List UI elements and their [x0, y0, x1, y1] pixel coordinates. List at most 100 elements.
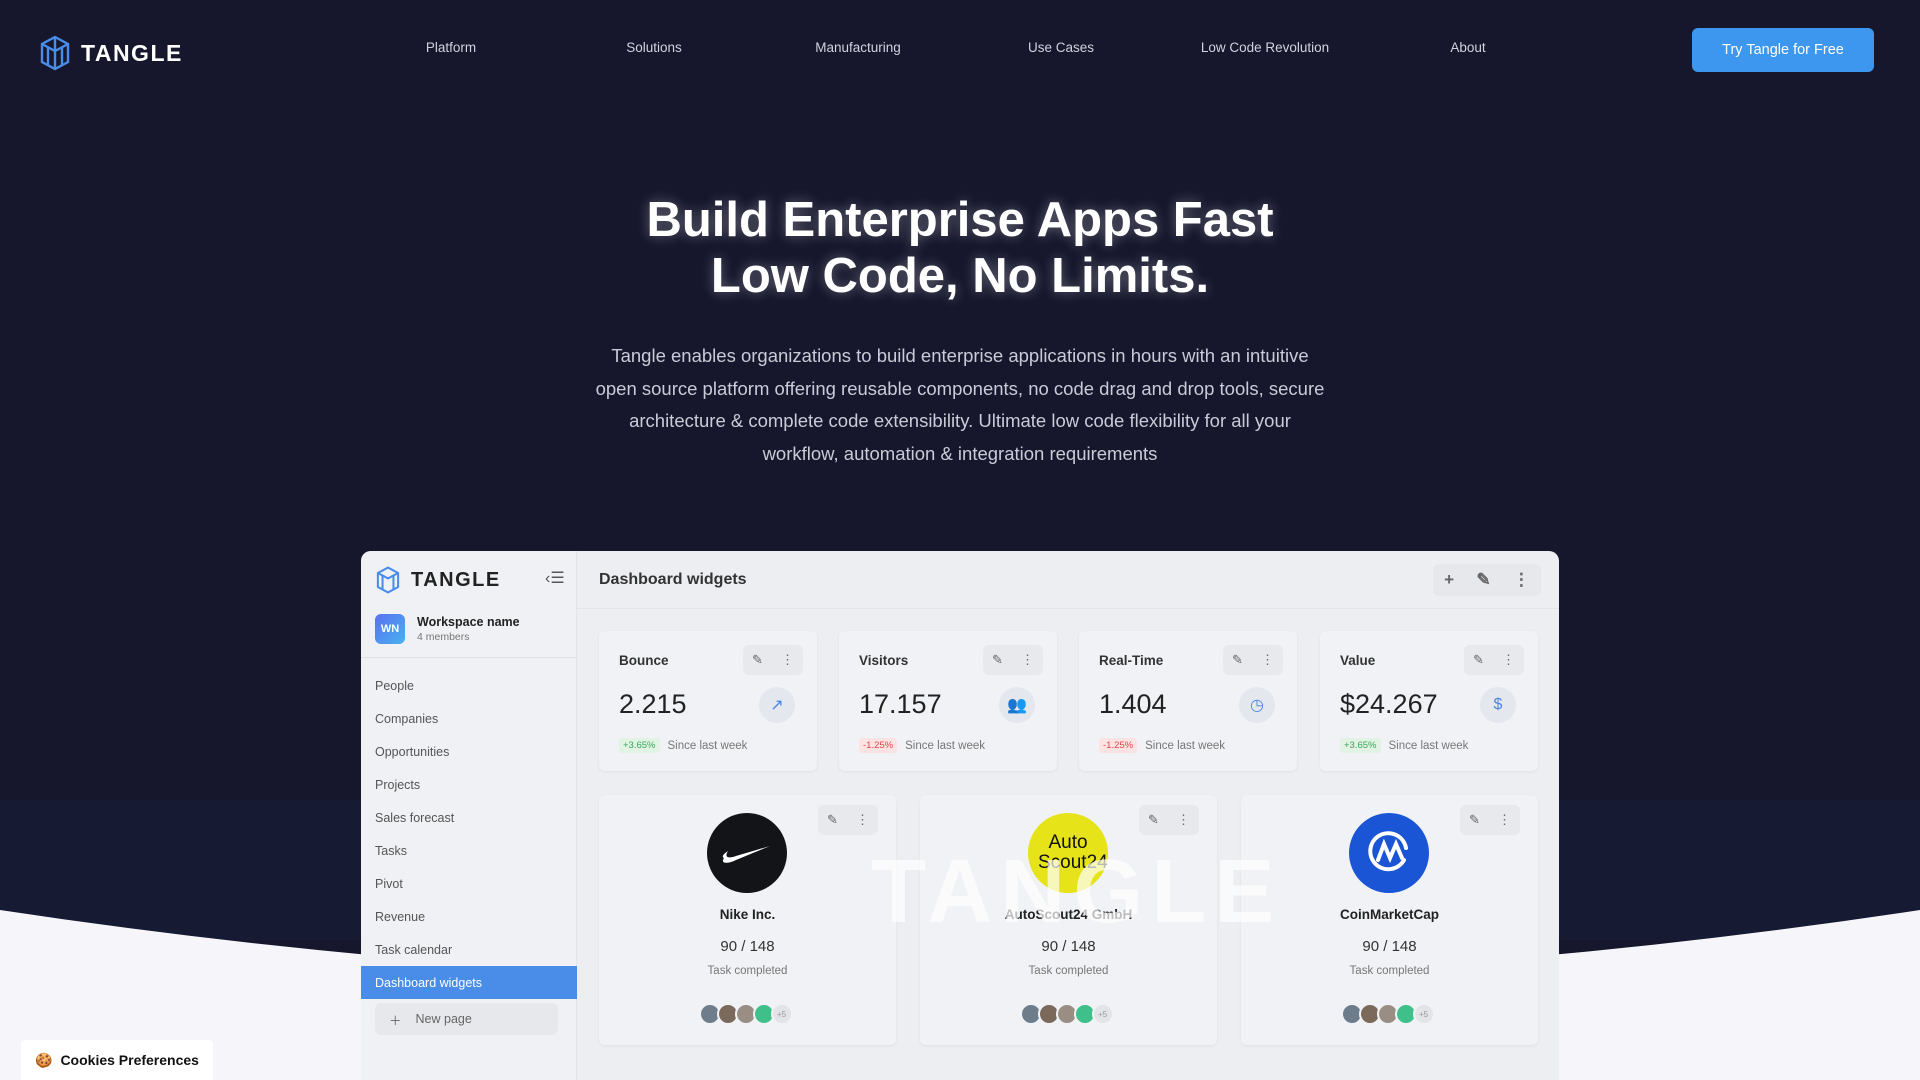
kpi-card: Value ✎ ⋮ $24.267 $ +3.65% Since last week — [1320, 631, 1538, 771]
sidebar-item[interactable]: Task calendar — [361, 933, 577, 966]
sidebar-item[interactable]: Pivot — [361, 867, 577, 900]
workspace-members: 4 members — [417, 631, 470, 643]
card-actions: ✎ ⋮ — [1223, 645, 1283, 675]
kpi-change-badge: +3.65% — [1340, 738, 1381, 753]
company-card: Auto Scout24 ✎ ⋮ AutoScout24 GmbH 90 / 148… — [920, 795, 1217, 1045]
new-page-button[interactable]: ＋ New page — [375, 1003, 558, 1035]
sidebar-item[interactable]: Projects — [361, 768, 577, 801]
kpi-card: Bounce ✎ ⋮ 2.215 ↗ +3.65% Since last week — [599, 631, 817, 771]
more-icon[interactable]: ⋮ — [1502, 652, 1515, 668]
workspace-name: Workspace name — [417, 615, 520, 629]
hero-title: Build Enterprise Apps Fast Low Code, No L… — [0, 192, 1920, 304]
dashboard-preview: TANGLE ‹☰ WN Workspace name 4 members Peo… — [361, 551, 1559, 1080]
more-icon[interactable]: ⋮ — [1177, 812, 1190, 828]
edit-icon[interactable]: ✎ — [827, 812, 838, 828]
sidebar-item[interactable]: Revenue — [361, 900, 577, 933]
users-icon: 👥 — [999, 687, 1035, 723]
try-free-button[interactable]: Try Tangle for Free — [1692, 28, 1874, 72]
hero-title-line2: Low Code, No Limits. — [710, 249, 1210, 303]
more-icon[interactable]: ⋮ — [781, 652, 794, 668]
more-icon[interactable]: ⋮ — [856, 812, 869, 828]
task-count: 90 / 148 — [1041, 938, 1096, 955]
header-actions: + ✎ ⋮ — [1433, 564, 1541, 596]
kpi-title: Visitors — [859, 653, 909, 668]
task-label: Task completed — [707, 965, 788, 977]
logo[interactable]: TANGLE — [39, 35, 183, 71]
kpi-value: 2.215 — [619, 689, 687, 719]
hero-title-line1: Build Enterprise Apps Fast — [646, 193, 1274, 247]
kpi-since: Since last week — [1145, 739, 1226, 752]
company-card: ✎ ⋮ CoinMarketCap 90 / 148 Task completed… — [1241, 795, 1538, 1045]
kpi-value: $24.267 — [1340, 689, 1438, 719]
cookie-icon: 🍪 — [35, 1051, 53, 1068]
avatar-group[interactable]: +5 — [1241, 1003, 1538, 1025]
kpi-since: Since last week — [1388, 739, 1469, 752]
tangle-logo-icon — [376, 566, 400, 594]
kpi-title: Bounce — [619, 653, 669, 668]
card-actions: ✎ ⋮ — [1464, 645, 1524, 675]
magic-wand-icon[interactable]: ✎ — [1476, 570, 1490, 590]
edit-icon[interactable]: ✎ — [1469, 812, 1480, 828]
task-count: 90 / 148 — [1362, 938, 1417, 955]
avatar-group[interactable]: +5 — [920, 1003, 1217, 1025]
kpi-since: Since last week — [905, 739, 986, 752]
kpi-change-badge: -1.25% — [1099, 738, 1138, 753]
more-avatars: +5 — [770, 1003, 793, 1025]
nav-manufacturing[interactable]: Manufacturing — [815, 40, 901, 55]
clock-icon: ◷ — [1239, 687, 1275, 723]
app-brand-name: TANGLE — [411, 568, 501, 591]
app-sidebar: TANGLE ‹☰ WN Workspace name 4 members Peo… — [361, 551, 577, 1080]
more-icon[interactable]: ⋮ — [1261, 652, 1274, 668]
hero-description: Tangle enables organizations to build en… — [595, 345, 1325, 464]
autoscout24-logo: Auto Scout24 — [1028, 813, 1108, 893]
more-icon[interactable]: ⋮ — [1021, 652, 1034, 668]
kpi-change-badge: +3.65% — [619, 738, 660, 753]
workspace-switcher[interactable]: WN Workspace name 4 members — [375, 614, 520, 644]
sidebar-item[interactable]: Opportunities — [361, 735, 577, 768]
dollar-icon: $ — [1480, 687, 1516, 723]
sidebar-item[interactable]: Sales forecast — [361, 801, 577, 834]
nike-logo — [707, 813, 787, 893]
kpi-value: 17.157 — [859, 689, 942, 719]
card-actions: ✎ ⋮ — [983, 645, 1043, 675]
page-header: Dashboard widgets + ✎ ⋮ — [577, 551, 1559, 609]
edit-icon[interactable]: ✎ — [1148, 812, 1159, 828]
kpi-title: Real-Time — [1099, 653, 1164, 668]
kpi-card: Visitors ✎ ⋮ 17.157 👥 -1.25% Since last we… — [839, 631, 1057, 771]
sidebar-item[interactable]: Tasks — [361, 834, 577, 867]
sidebar-item[interactable]: Dashboard widgets — [361, 966, 577, 999]
edit-icon[interactable]: ✎ — [752, 652, 763, 668]
more-icon[interactable]: ⋮ — [1513, 570, 1530, 590]
plus-icon: ＋ — [389, 1013, 402, 1028]
kpi-card: Real-Time ✎ ⋮ 1.404 ◷ -1.25% Since last we… — [1079, 631, 1297, 771]
edit-icon[interactable]: ✎ — [1473, 652, 1484, 668]
add-icon[interactable]: + — [1444, 570, 1454, 590]
nav-platform[interactable]: Platform — [426, 40, 476, 55]
nav-low-code-revolution[interactable]: Low Code Revolution — [1201, 40, 1329, 55]
sidebar-item[interactable]: Companies — [361, 702, 577, 735]
nav-about[interactable]: About — [1450, 40, 1485, 55]
coinmarketcap-logo — [1349, 813, 1429, 893]
edit-icon[interactable]: ✎ — [992, 652, 1003, 668]
kpi-since: Since last week — [667, 739, 748, 752]
brand-name: TANGLE — [81, 39, 183, 66]
company-name: AutoScout24 GmbH — [1004, 907, 1133, 922]
edit-icon[interactable]: ✎ — [1232, 652, 1243, 668]
nav-use-cases[interactable]: Use Cases — [1028, 40, 1094, 55]
workspace-avatar: WN — [375, 614, 405, 644]
cookies-preferences-button[interactable]: 🍪 Cookies Preferences — [21, 1040, 213, 1080]
tangle-logo-icon — [40, 35, 70, 71]
nav-solutions[interactable]: Solutions — [626, 40, 682, 55]
more-icon[interactable]: ⋮ — [1498, 812, 1511, 828]
task-label: Task completed — [1349, 965, 1430, 977]
new-page-label: New page — [415, 1012, 472, 1026]
card-actions: ✎ ⋮ — [818, 805, 878, 835]
kpi-change-badge: -1.25% — [859, 738, 898, 753]
company-card: ✎ ⋮ Nike Inc. 90 / 148 Task completed +5 — [599, 795, 896, 1045]
app-logo: TANGLE — [375, 566, 501, 594]
sidebar-item[interactable]: People — [361, 669, 577, 702]
cookies-label: Cookies Preferences — [60, 1052, 199, 1068]
collapse-sidebar-icon[interactable]: ‹☰ — [545, 568, 565, 588]
avatar-group[interactable]: +5 — [599, 1003, 896, 1025]
kpi-value: 1.404 — [1099, 689, 1167, 719]
